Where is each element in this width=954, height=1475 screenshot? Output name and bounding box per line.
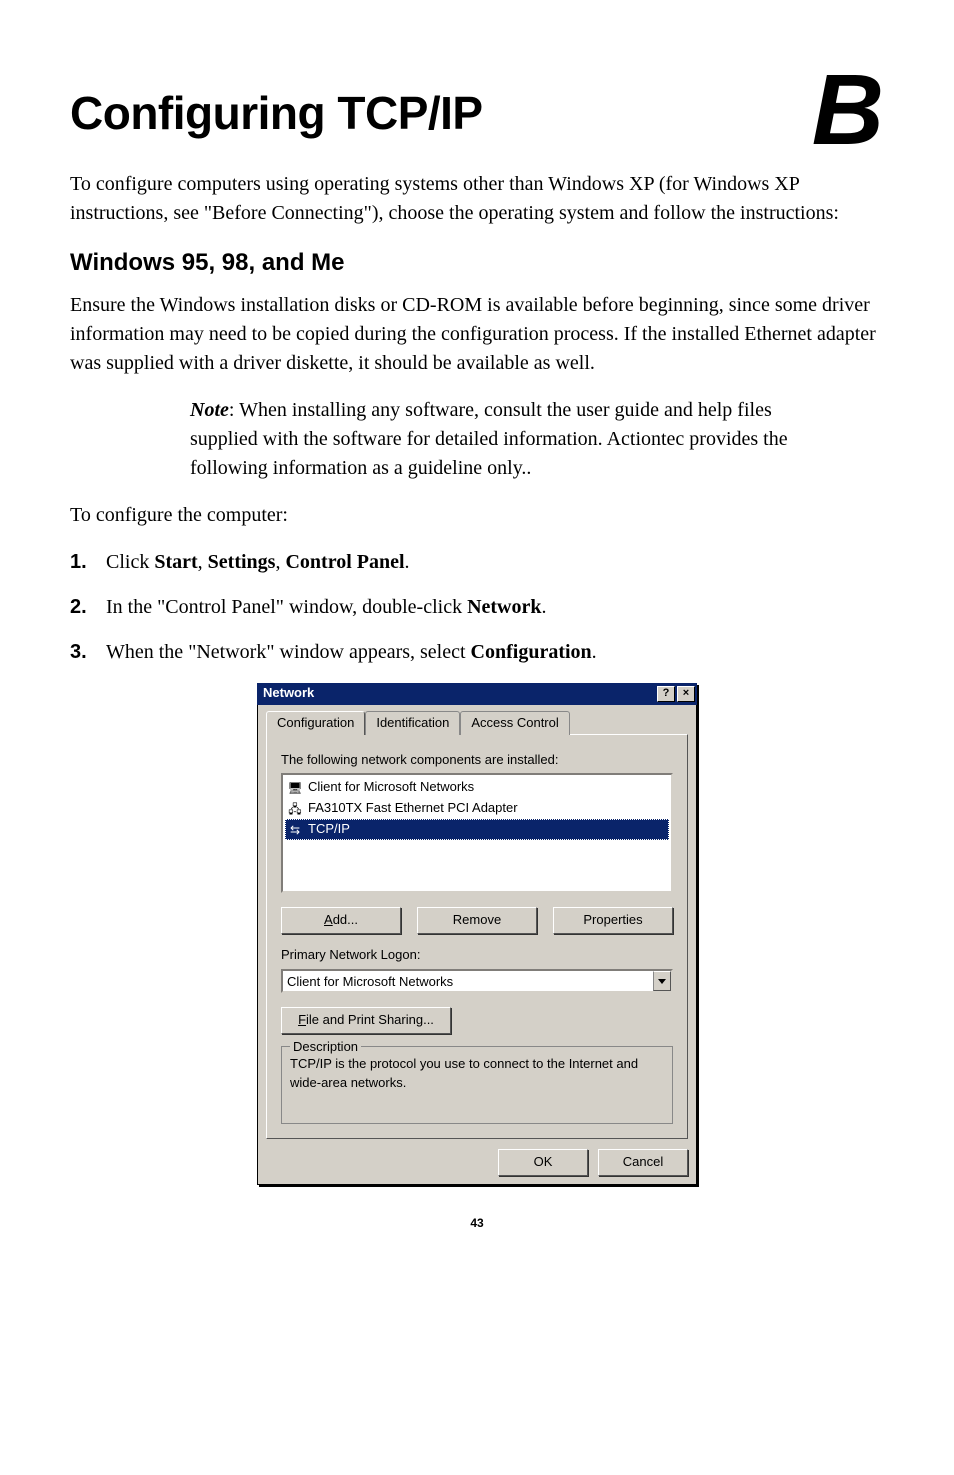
- list-item[interactable]: 🖥 Client for Microsoft Networks: [285, 777, 669, 798]
- list-item-selected[interactable]: ⇆ TCP/IP: [285, 819, 669, 840]
- primary-logon-label: Primary Network Logon:: [281, 946, 673, 965]
- page-number: 43: [70, 1215, 884, 1232]
- page-title: Configuring TCP/IP: [70, 80, 483, 147]
- steps-list: Click Start, Settings, Control Panel. In…: [70, 548, 884, 667]
- properties-button[interactable]: Properties: [553, 907, 673, 934]
- note-block: Note: When installing any software, cons…: [190, 396, 804, 483]
- tab-identification[interactable]: Identification: [365, 711, 460, 735]
- help-icon[interactable]: ?: [657, 686, 675, 702]
- primary-logon-combo[interactable]: Client for Microsoft Networks: [281, 969, 673, 993]
- section-intro: Ensure the Windows installation disks or…: [70, 291, 884, 378]
- description-legend: Description: [290, 1038, 361, 1057]
- dialog-title: Network: [263, 684, 314, 703]
- remove-button[interactable]: Remove: [417, 907, 537, 934]
- dialog-titlebar: Network ? ×: [257, 683, 697, 705]
- description-text: TCP/IP is the protocol you use to connec…: [290, 1055, 664, 1093]
- appendix-letter: B: [812, 70, 884, 150]
- list-item[interactable]: 🖧 FA310TX Fast Ethernet PCI Adapter: [285, 798, 669, 819]
- network-dialog: Network ? × Configuration Identification…: [257, 683, 697, 1185]
- add-button[interactable]: Add...: [281, 907, 401, 934]
- components-label: The following network components are ins…: [281, 751, 673, 770]
- ok-button[interactable]: OK: [498, 1149, 588, 1176]
- close-icon[interactable]: ×: [677, 686, 695, 702]
- components-listbox[interactable]: 🖥 Client for Microsoft Networks 🖧 FA310T…: [281, 773, 673, 893]
- cancel-button[interactable]: Cancel: [598, 1149, 688, 1176]
- section-heading: Windows 95, 98, and Me: [70, 246, 884, 281]
- computer-icon: 🖥: [287, 780, 303, 796]
- description-groupbox: Description TCP/IP is the protocol you u…: [281, 1046, 673, 1124]
- step-3: When the "Network" window appears, selec…: [70, 638, 884, 667]
- lead-paragraph: To configure computers using operating s…: [70, 170, 884, 228]
- note-label: Note: [190, 399, 229, 421]
- chevron-down-icon[interactable]: [653, 971, 671, 991]
- file-print-sharing-button[interactable]: File and Print Sharing...: [281, 1007, 451, 1034]
- step-2: In the "Control Panel" window, double-cl…: [70, 593, 884, 622]
- protocol-icon: ⇆: [287, 822, 303, 838]
- configure-lead: To configure the computer:: [70, 501, 884, 530]
- adapter-icon: 🖧: [287, 801, 303, 817]
- primary-logon-value: Client for Microsoft Networks: [283, 971, 653, 991]
- tab-access-control[interactable]: Access Control: [460, 711, 569, 735]
- note-body: : When installing any software, consult …: [190, 399, 788, 479]
- tab-configuration[interactable]: Configuration: [266, 711, 365, 735]
- step-1: Click Start, Settings, Control Panel.: [70, 548, 884, 577]
